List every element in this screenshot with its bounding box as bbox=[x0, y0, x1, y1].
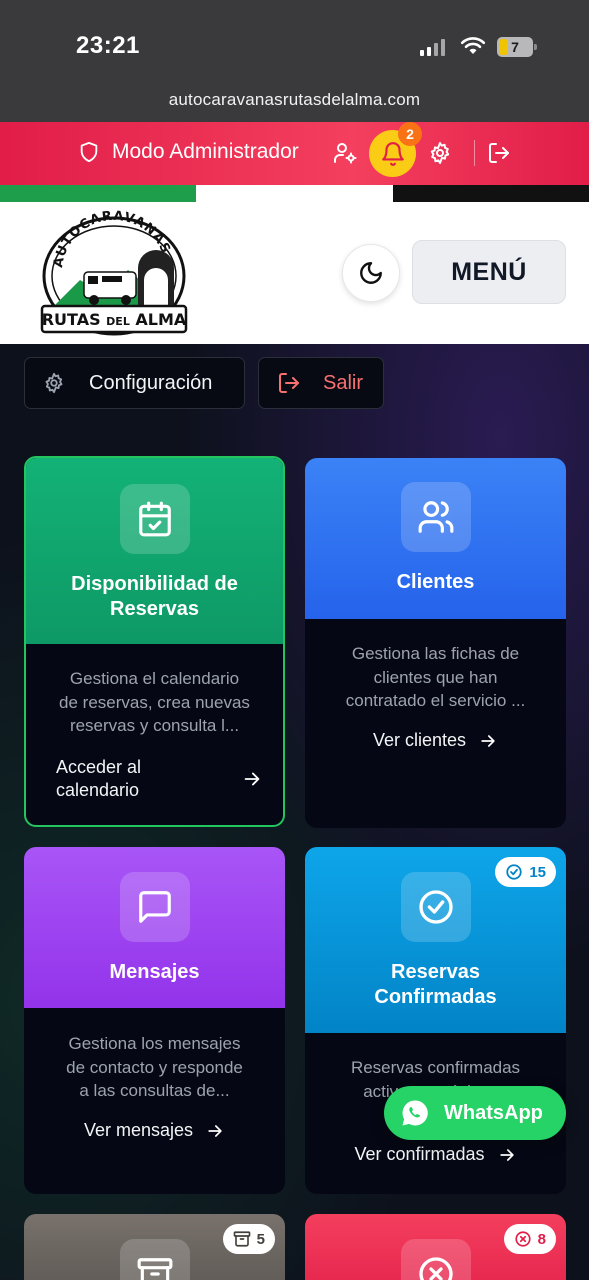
archive-icon bbox=[233, 1231, 250, 1247]
logout-icon[interactable] bbox=[487, 141, 511, 165]
admin-dashboard: Configuración Salir Disponibilidad de Res… bbox=[0, 344, 589, 1280]
status-time: 23:21 bbox=[76, 32, 140, 59]
card-title: Mensajes bbox=[109, 961, 200, 983]
admin-bar: Modo Administrador 2 bbox=[0, 122, 589, 185]
moon-icon bbox=[360, 262, 382, 284]
card-description: Gestiona el calendario de reservas, crea … bbox=[59, 669, 250, 735]
user-settings-icon[interactable] bbox=[333, 141, 357, 165]
configuration-label: Configuración bbox=[89, 371, 213, 394]
check-circle-icon bbox=[400, 872, 471, 942]
flag-stripe bbox=[0, 185, 589, 202]
card-archive[interactable]: 5 bbox=[24, 1214, 285, 1280]
card-cancelled[interactable]: 8 bbox=[305, 1214, 566, 1280]
card-title: Disponibilidad de Reservas bbox=[71, 573, 238, 620]
menu-button[interactable]: MENÚ bbox=[412, 240, 566, 304]
x-circle-icon bbox=[515, 1231, 531, 1247]
admin-mode-label: Modo Administrador bbox=[112, 140, 299, 163]
theme-toggle-button[interactable] bbox=[342, 244, 400, 302]
site-logo[interactable]: AUTOCARAVANAS RUTAS DEL ALMA bbox=[40, 210, 188, 336]
archive-count-badge: 5 bbox=[222, 1224, 275, 1254]
whatsapp-button[interactable]: WhatsApp bbox=[384, 1086, 566, 1140]
card-title: Reservas Confirmadas bbox=[374, 961, 497, 1008]
configuration-button[interactable]: Configuración bbox=[24, 357, 245, 409]
card-messages[interactable]: Mensajes Gestiona los mensajes de contact… bbox=[24, 847, 285, 1194]
whatsapp-icon bbox=[402, 1100, 428, 1126]
whatsapp-label: WhatsApp bbox=[444, 1101, 543, 1124]
archive-icon bbox=[119, 1239, 190, 1280]
notifications-badge: 2 bbox=[398, 122, 422, 146]
availability-link[interactable]: Acceder al calendario bbox=[26, 756, 283, 802]
message-icon bbox=[119, 872, 190, 942]
exit-label: Salir bbox=[323, 371, 364, 394]
admin-mode-indicator: Modo Administrador bbox=[78, 140, 299, 164]
card-confirmed-bookings[interactable]: 15 Reservas Confirmadas Reservas confirma… bbox=[305, 847, 566, 1194]
admin-divider bbox=[474, 140, 475, 166]
exit-button[interactable]: Salir bbox=[258, 357, 384, 409]
wifi-icon bbox=[460, 37, 486, 54]
battery-level: 7 bbox=[511, 39, 519, 55]
card-title: Clientes bbox=[396, 571, 475, 593]
check-circle-icon bbox=[506, 864, 522, 880]
cellular-signal-icon bbox=[420, 38, 445, 56]
logout-icon bbox=[279, 373, 299, 393]
arrow-right-icon bbox=[208, 1124, 222, 1137]
users-icon bbox=[400, 482, 471, 552]
card-clients[interactable]: Clientes Gestiona las fichas de clientes … bbox=[305, 458, 566, 828]
card-description: Gestiona los mensajes de contacto y respo… bbox=[66, 1034, 243, 1100]
confirmed-count-badge: 15 bbox=[495, 857, 556, 887]
arrow-right-icon bbox=[244, 772, 260, 786]
battery-icon: 7 bbox=[497, 37, 537, 57]
calendar-icon bbox=[119, 484, 190, 554]
bell-icon bbox=[381, 141, 404, 166]
gear-icon bbox=[45, 372, 63, 394]
messages-link[interactable]: Ver mensajes bbox=[24, 1120, 285, 1141]
clients-link[interactable]: Ver clientes bbox=[305, 730, 566, 751]
x-circle-icon bbox=[400, 1239, 471, 1280]
site-header: AUTOCARAVANAS RUTAS DEL ALMA MENÚ bbox=[0, 202, 589, 344]
shield-icon bbox=[80, 141, 98, 163]
availability-link-label: Acceder al calendario bbox=[56, 757, 142, 800]
cancelled-count-badge: 8 bbox=[503, 1224, 556, 1254]
confirmed-link[interactable]: Ver confirmadas bbox=[305, 1144, 566, 1165]
arrow-right-icon bbox=[499, 1148, 514, 1161]
arrow-right-icon bbox=[481, 734, 495, 747]
card-availability[interactable]: Disponibilidad de Reservas Gestiona el ca… bbox=[24, 456, 285, 827]
status-bar: 23:21 7 bbox=[0, 0, 589, 82]
browser-url[interactable]: autocaravanasrutasdelalma.com bbox=[0, 82, 589, 122]
gear-icon[interactable] bbox=[428, 141, 452, 165]
card-description: Gestiona las fichas de clientes que han co… bbox=[345, 644, 526, 710]
